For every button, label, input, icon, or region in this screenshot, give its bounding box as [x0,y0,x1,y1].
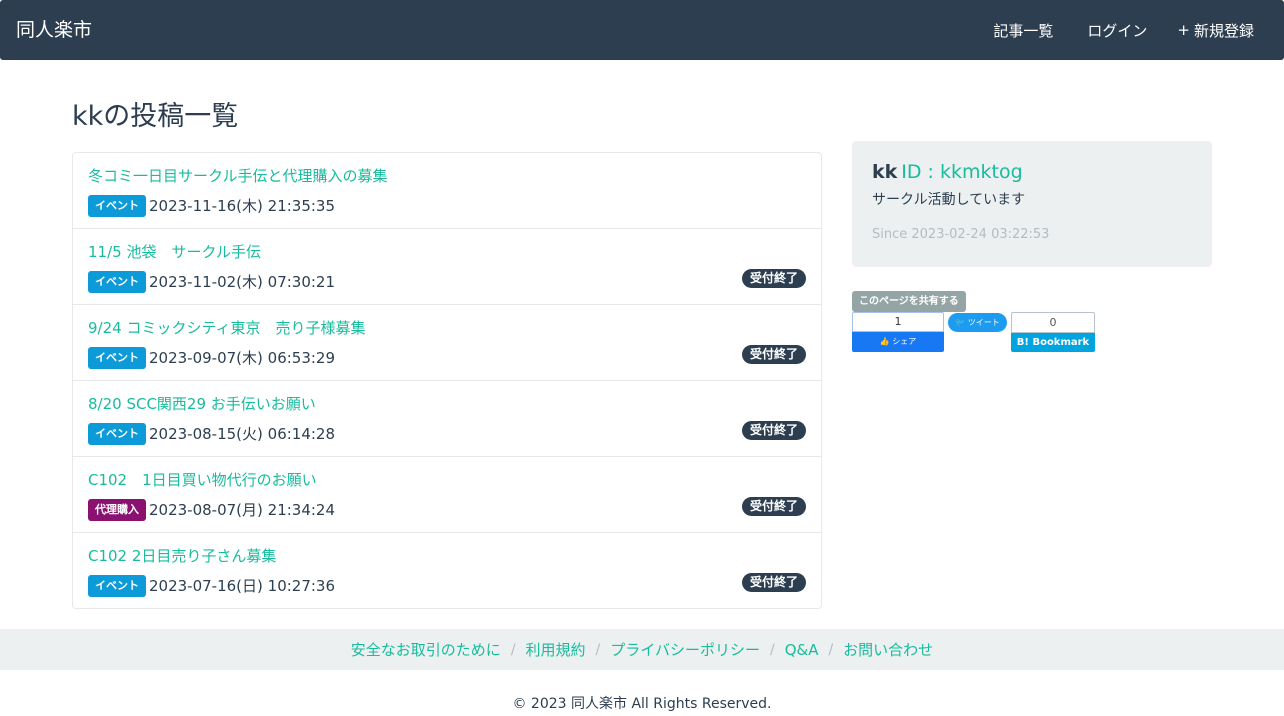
category-badge: イベント [88,423,146,445]
list-item: 8/20 SCC関西29 お手伝いお願い イベント 2023-08-15(火) … [73,381,821,457]
category-badge: イベント [88,271,146,293]
list-item: 11/5 池袋 サークル手伝 イベント 2023-11-02(木) 07:30:… [73,229,821,305]
hatena-bookmark-count: 0 [1011,312,1095,333]
footer-link-qa[interactable]: Q&A [785,641,819,659]
post-title-link[interactable]: 冬コミ一日目サークル手伝と代理購入の募集 [88,165,388,187]
share-label: このページを共有する [852,291,966,312]
post-meta: イベント 2023-09-07(木) 06:53:29 [88,347,335,369]
list-item: 9/24 コミックシティ東京 売り子様募集 イベント 2023-09-07(木)… [73,305,821,381]
nav-login-label: ログイン [1087,21,1148,40]
post-meta: 代理購入 2023-08-07(月) 21:34:24 [88,499,335,521]
hatena-bookmark-button[interactable]: B! Bookmark [1011,333,1095,352]
post-date: 2023-07-16(日) 10:27:36 [149,577,336,595]
status-badge: 受付終了 [741,269,806,288]
footer-link-terms[interactable]: 利用規約 [526,639,586,660]
category-badge: イベント [88,347,146,369]
post-meta: イベント 2023-11-16(木) 21:35:35 [88,195,335,217]
post-list: 冬コミ一日目サークル手伝と代理購入の募集 イベント 2023-11-16(木) … [72,152,822,609]
post-title-link[interactable]: 11/5 池袋 サークル手伝 [88,241,261,263]
post-meta: イベント 2023-07-16(日) 10:27:36 [88,575,335,597]
plus-icon: + [1177,21,1190,39]
footer-link-safety[interactable]: 安全なお取引のために [351,639,501,660]
post-date: 2023-11-02(木) 07:30:21 [149,273,336,291]
footer-link-privacy[interactable]: プライバシーポリシー [610,639,760,660]
list-item: 冬コミ一日目サークル手伝と代理購入の募集 イベント 2023-11-16(木) … [73,153,821,229]
twitter-share-button[interactable]: 🐦 ツイート [948,313,1007,332]
category-badge: イベント [88,195,146,217]
post-date: 2023-09-07(木) 06:53:29 [149,349,336,367]
profile-username: kk [872,161,898,183]
footer-separator: / [595,641,601,658]
status-badge: 受付終了 [741,345,806,364]
nav-register-label: 新規登録 [1193,21,1254,40]
copyright: © 2023 同人楽市 All Rights Reserved. [512,696,772,712]
category-badge: 代理購入 [88,499,146,521]
list-item: C102 2日目売り子さん募集 イベント 2023-07-16(日) 10:27… [73,533,821,608]
category-badge: イベント [88,575,146,597]
post-title-link[interactable]: 9/24 コミックシティ東京 売り子様募集 [88,317,366,339]
status-badge: 受付終了 [741,573,806,592]
footer-separator: / [510,641,516,658]
facebook-share-count: 1 [852,312,944,332]
footer-nav: 安全なお取引のために / 利用規約 / プライバシーポリシー / Q&A / お… [0,629,1284,670]
post-meta: イベント 2023-08-15(火) 06:14:28 [88,423,335,445]
profile-since-text: Since 2023-02-24 03:22:53 [872,227,1050,242]
post-title-link[interactable]: C102 2日目売り子さん募集 [88,545,276,567]
list-item: C102 1日目買い物代行のお願い 代理購入 2023-08-07(月) 21:… [73,457,821,533]
footer-separator: / [769,641,775,658]
post-title-link[interactable]: C102 1日目買い物代行のお願い [88,469,317,491]
status-badge: 受付終了 [741,421,806,440]
post-meta: イベント 2023-11-02(木) 07:30:21 [88,271,335,293]
nav-login-link[interactable]: ログイン [1083,20,1147,41]
nav-articles-link[interactable]: 記事一覧 [989,20,1053,41]
profile-name: kk ID : kkmktog [872,159,1023,188]
hatena-bookmark-widget[interactable]: 0 B! Bookmark [1011,312,1095,352]
profile-description: サークル活動しています [872,192,1026,208]
brand-logo[interactable]: 同人楽市 [16,17,92,43]
profile-since: Since 2023-02-24 03:22:53 [872,226,1049,245]
footer-separator: / [828,641,834,658]
nav-articles-label: 記事一覧 [993,21,1054,40]
profile-card: kk ID : kkmktog サークル活動しています Since 2023-02… [852,141,1212,267]
post-title-link[interactable]: 8/20 SCC関西29 お手伝いお願い [88,393,316,415]
facebook-share-button[interactable]: 👍 シェア [852,332,944,352]
footer-link-contact[interactable]: お問い合わせ [843,639,933,660]
page-title: kkの投稿一覧 [72,101,239,132]
navbar: 同人楽市 記事一覧 ログイン + 新規登録 [0,0,1284,60]
profile-id: ID : kkmktog [901,161,1023,183]
facebook-share-widget[interactable]: 1 👍 シェア [852,312,944,352]
post-date: 2023-08-07(月) 21:34:24 [149,501,336,519]
nav-items: 記事一覧 ログイン + 新規登録 [959,0,1254,60]
post-date: 2023-11-16(木) 21:35:35 [149,197,336,215]
status-badge: 受付終了 [741,497,806,516]
post-date: 2023-08-15(火) 06:14:28 [149,425,336,443]
nav-register-link[interactable]: + 新規登録 [1177,20,1254,41]
